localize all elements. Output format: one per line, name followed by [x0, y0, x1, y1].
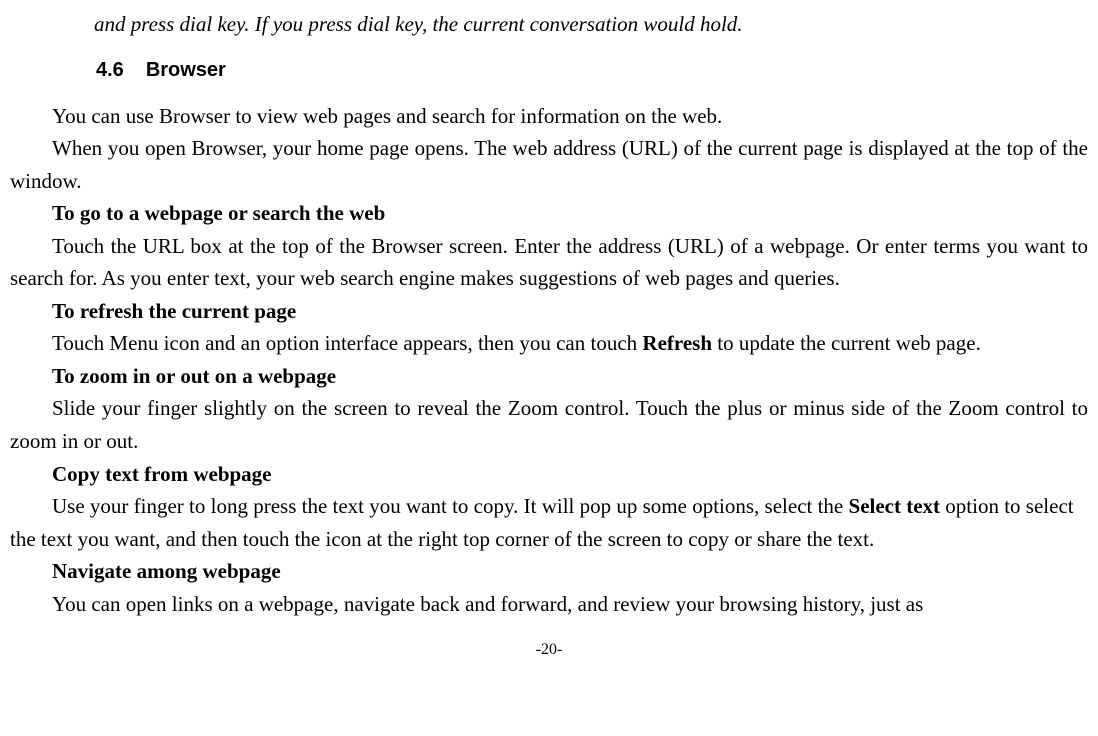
subheading: To go to a webpage or search the web [10, 197, 1088, 230]
bold-term: Refresh [642, 331, 712, 355]
paragraph: You can open links on a webpage, navigat… [10, 588, 1088, 621]
subheading-text: To zoom in or out on a webpage [52, 364, 336, 388]
paragraph: When you open Browser, your home page op… [10, 132, 1088, 197]
text-part: to update the current web page. [712, 331, 981, 355]
paragraph: Touch Menu icon and an option interface … [10, 327, 1088, 360]
subheading: To refresh the current page [10, 295, 1088, 328]
continuation-text: and press dial key. If you press dial ke… [10, 8, 1088, 41]
subheading-text: Copy text from webpage [52, 462, 272, 486]
section-title: Browser [146, 59, 226, 81]
section-number: 4.6 [96, 55, 124, 86]
subheading-text: To refresh the current page [52, 299, 296, 323]
subheading: Navigate among webpage [10, 555, 1088, 588]
bold-term: Select text [849, 494, 941, 518]
paragraph: You can use Browser to view web pages an… [10, 100, 1088, 133]
subheading: To zoom in or out on a webpage [10, 360, 1088, 393]
subheading-text: To go to a webpage or search the web [52, 201, 385, 225]
text-part: Use your finger to long press the text y… [52, 494, 849, 518]
subheading-text: Navigate among webpage [52, 559, 281, 583]
paragraph: Touch the URL box at the top of the Brow… [10, 230, 1088, 295]
paragraph: Slide your finger slightly on the screen… [10, 392, 1088, 457]
section-heading: 4.6 Browser [10, 55, 1088, 86]
page-number: -20- [10, 638, 1088, 663]
text-part: Touch Menu icon and an option interface … [52, 331, 642, 355]
paragraph: Use your finger to long press the text y… [10, 490, 1088, 555]
subheading: Copy text from webpage [10, 458, 1088, 491]
